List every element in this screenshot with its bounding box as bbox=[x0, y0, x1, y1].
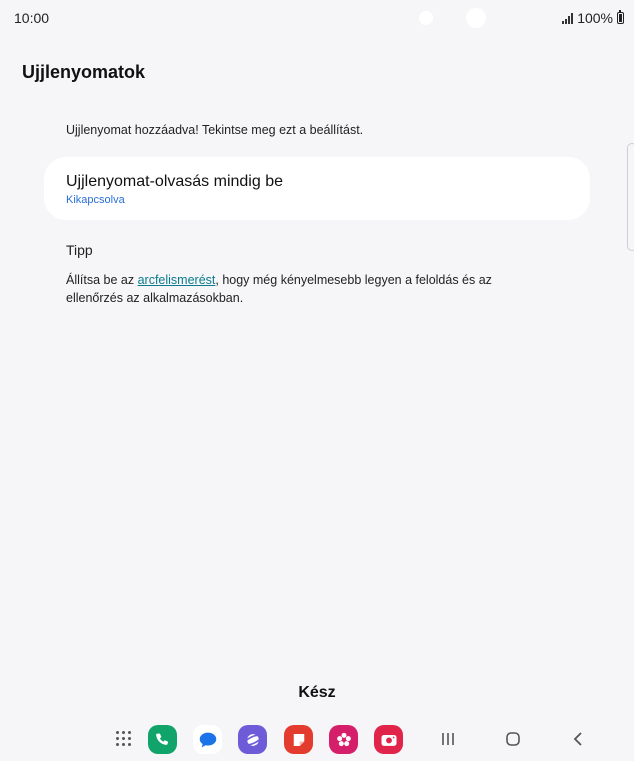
camera-icon[interactable] bbox=[374, 725, 403, 754]
home-button[interactable] bbox=[501, 727, 525, 751]
status-time: 10:00 bbox=[14, 10, 50, 26]
front-camera-icon bbox=[466, 8, 486, 28]
tip-text-before: Állítsa be az bbox=[66, 273, 138, 287]
internet-icon[interactable] bbox=[238, 725, 267, 754]
recent-apps-button[interactable] bbox=[436, 727, 460, 751]
apps-grid-icon[interactable] bbox=[116, 731, 132, 747]
face-recognition-link[interactable]: arcfelismerést bbox=[138, 273, 216, 287]
fingerprint-added-message: Ujjlenyomat hozzáadva! Tekintse meg ezt … bbox=[66, 123, 364, 137]
setting-title: Ujjlenyomat-olvasás mindig be bbox=[66, 173, 283, 190]
page-title: Ujjlenyomatok bbox=[22, 62, 146, 82]
front-camera-icon bbox=[419, 11, 433, 25]
messages-icon[interactable] bbox=[193, 725, 222, 754]
signal-icon bbox=[562, 12, 574, 24]
setting-status: Kikapcsolva bbox=[66, 194, 125, 206]
gallery-icon[interactable] bbox=[329, 725, 358, 754]
back-button[interactable] bbox=[566, 727, 590, 751]
edge-panel-handle[interactable] bbox=[627, 143, 634, 251]
battery-icon bbox=[617, 10, 624, 24]
status-bar: 10:00 100% bbox=[0, 0, 634, 36]
notes-icon[interactable] bbox=[284, 725, 313, 754]
always-on-fingerprint-setting[interactable]: Ujjlenyomat-olvasás mindig be Kikapcsolv… bbox=[44, 157, 590, 220]
done-button[interactable]: Kész bbox=[277, 684, 357, 708]
phone-icon[interactable] bbox=[148, 725, 177, 754]
battery-percent: 100% bbox=[577, 10, 613, 26]
tip-text: Állítsa be az arcfelismerést, hogy még k… bbox=[66, 271, 536, 307]
navigation-bar bbox=[0, 718, 634, 761]
tip-heading: Tipp bbox=[66, 242, 93, 258]
status-indicators: 100% bbox=[562, 10, 624, 26]
